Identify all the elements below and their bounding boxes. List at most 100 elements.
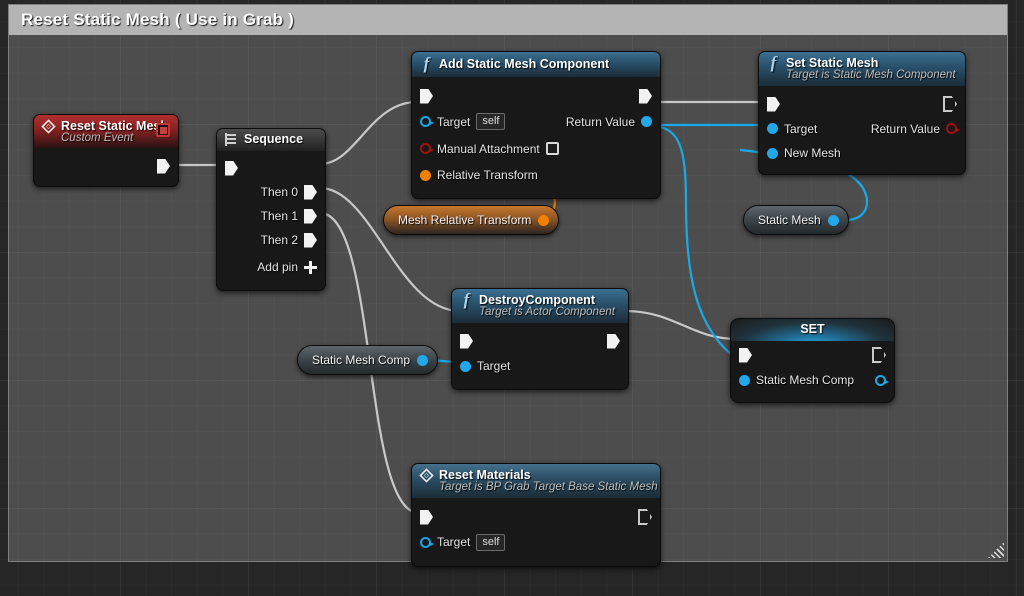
exec-input-pin[interactable]: [739, 347, 752, 363]
exec-input-pin[interactable]: [420, 509, 433, 525]
node-sequence[interactable]: Sequence Then 0 Then 1 Then 2 Add pin: [216, 128, 326, 291]
variable-label: Mesh Relative Transform: [398, 213, 532, 227]
node-body: Target self Return Value Manual Attachme…: [412, 77, 660, 198]
node-row-exec: [412, 84, 660, 108]
exec-output-pin-then-0[interactable]: [304, 184, 317, 200]
node-reset-static-mesh-event[interactable]: Reset Static Mesh Custom Event: [33, 114, 179, 187]
exec-output-pin-then-2[interactable]: [304, 232, 317, 248]
node-row-target: Target self Return Value: [412, 108, 660, 135]
delegate-output-pin[interactable]: [156, 123, 170, 137]
node-set-static-mesh[interactable]: f Set Static Mesh Target is Static Mesh …: [758, 51, 966, 175]
object-output-pin[interactable]: [417, 354, 429, 366]
struct-input-pin-relative-transform[interactable]: [420, 169, 431, 181]
node-header[interactable]: SET: [731, 319, 894, 341]
plus-icon[interactable]: [304, 260, 317, 274]
pin-label-new-mesh: New Mesh: [784, 146, 841, 160]
node-title: Reset Materials: [439, 468, 531, 482]
pin-label-then-1: Then 1: [260, 209, 298, 223]
target-self-value[interactable]: self: [476, 113, 506, 130]
node-row-exec: [412, 505, 660, 529]
node-row-exec: [759, 92, 965, 116]
pin-label-return-value: Return Value: [870, 121, 940, 136]
node-header[interactable]: Reset Static Mesh Custom Event: [34, 115, 178, 148]
exec-input-pin[interactable]: [767, 96, 780, 112]
object-input-pin-target[interactable]: [420, 116, 434, 127]
pin-label-target: Target: [437, 114, 471, 129]
target-self-value[interactable]: self: [476, 533, 506, 551]
variable-label: Static Mesh: [758, 213, 821, 227]
node-row-relative-transform: Relative Transform: [412, 162, 660, 188]
pin-label-then-0: Then 0: [260, 185, 298, 199]
node-header[interactable]: f DestroyComponent Target is Actor Compo…: [452, 289, 628, 323]
node-title: Sequence: [244, 132, 304, 146]
node-set-variable[interactable]: SET Static Mesh Comp: [730, 318, 895, 403]
variable-get-static-mesh-comp[interactable]: Static Mesh Comp: [297, 345, 439, 375]
node-subtitle: Target is BP Grab Target Base Static Mes…: [439, 481, 658, 493]
bool-input-pin-manual-attachment[interactable]: [420, 143, 434, 154]
node-header[interactable]: f Add Static Mesh Component: [412, 52, 660, 77]
node-row-target: Target self: [412, 529, 660, 555]
node-header[interactable]: Sequence: [217, 129, 325, 151]
node-row-target: Target Return Value: [759, 116, 965, 141]
pin-label-manual-attachment: Manual Attachment: [437, 141, 540, 156]
exec-output-pin-then-1[interactable]: [304, 208, 317, 224]
pin-label-static-mesh-comp: Static Mesh Comp: [756, 373, 855, 387]
exec-output-pin[interactable]: [872, 347, 886, 363]
object-input-pin-target[interactable]: [767, 123, 778, 134]
pin-label-then-2: Then 2: [260, 233, 298, 247]
resize-grip-icon[interactable]: [988, 542, 1004, 558]
node-body: Target: [452, 323, 628, 389]
node-row-exec-out: [34, 154, 178, 178]
node-reset-materials[interactable]: Reset Materials Target is BP Grab Target…: [411, 463, 661, 567]
add-pin-label: Add pin: [257, 260, 298, 274]
node-destroy-component[interactable]: f DestroyComponent Target is Actor Compo…: [451, 288, 629, 390]
node-body: Target self: [412, 498, 660, 566]
bool-output-pin-return-value[interactable]: [946, 123, 960, 134]
exec-output-pin[interactable]: [607, 333, 620, 349]
node-row-then-0: Then 0: [217, 180, 325, 204]
node-row-exec: [731, 343, 894, 367]
blueprint-graph-canvas[interactable]: Reset Static Mesh ( Use in Grab ) Reset …: [0, 0, 1024, 596]
function-f-icon: f: [770, 53, 777, 72]
node-header[interactable]: Reset Materials Target is BP Grab Target…: [412, 464, 660, 498]
node-title: Reset Static Mesh: [61, 119, 168, 133]
node-body: Static Mesh Comp: [731, 341, 894, 402]
node-row-target: Target: [452, 353, 628, 379]
node-body: Target Return Value New Mesh: [759, 86, 965, 174]
node-title: SET: [800, 322, 825, 336]
pin-label-relative-transform: Relative Transform: [437, 168, 538, 182]
variable-get-mesh-relative-transform[interactable]: Mesh Relative Transform: [383, 205, 560, 235]
exec-input-pin[interactable]: [420, 88, 433, 104]
exec-output-pin[interactable]: [943, 96, 957, 112]
node-header[interactable]: f Set Static Mesh Target is Static Mesh …: [759, 52, 965, 86]
exec-output-pin[interactable]: [639, 88, 652, 104]
node-subtitle: Target is Static Mesh Component: [786, 69, 956, 81]
node-subtitle: Custom Event: [61, 132, 134, 144]
object-output-pin[interactable]: [827, 214, 839, 226]
object-input-pin-target[interactable]: [420, 536, 434, 548]
exec-output-pin[interactable]: [638, 509, 652, 525]
variable-get-static-mesh[interactable]: Static Mesh: [743, 205, 849, 235]
object-input-pin-new-mesh[interactable]: [767, 147, 778, 159]
exec-output-pin[interactable]: [157, 158, 170, 174]
exec-input-pin[interactable]: [225, 160, 238, 176]
node-title: Add Static Mesh Component: [439, 57, 610, 71]
object-input-pin-target[interactable]: [460, 360, 471, 372]
pin-label-return-value: Return Value: [565, 114, 635, 129]
struct-output-pin[interactable]: [538, 214, 550, 226]
comment-box-title[interactable]: Reset Static Mesh ( Use in Grab ): [9, 5, 1007, 35]
exec-input-pin[interactable]: [460, 333, 473, 349]
node-row-exec-in: [217, 156, 325, 180]
object-input-pin-static-mesh-comp[interactable]: [739, 374, 750, 386]
node-body: Then 0 Then 1 Then 2 Add pin: [217, 151, 325, 290]
node-row-add-pin[interactable]: Add pin: [217, 252, 325, 282]
object-output-pin-return-value[interactable]: [641, 116, 652, 127]
function-f-icon: f: [423, 54, 430, 73]
pin-label-target: Target: [477, 359, 511, 373]
node-title: Set Static Mesh: [786, 56, 879, 70]
node-add-static-mesh-component[interactable]: f Add Static Mesh Component Target self …: [411, 51, 661, 199]
manual-attachment-checkbox[interactable]: [545, 142, 559, 155]
variable-label: Static Mesh Comp: [312, 353, 411, 367]
object-output-pin-static-mesh-comp[interactable]: [875, 374, 889, 386]
node-title: DestroyComponent: [479, 293, 595, 307]
